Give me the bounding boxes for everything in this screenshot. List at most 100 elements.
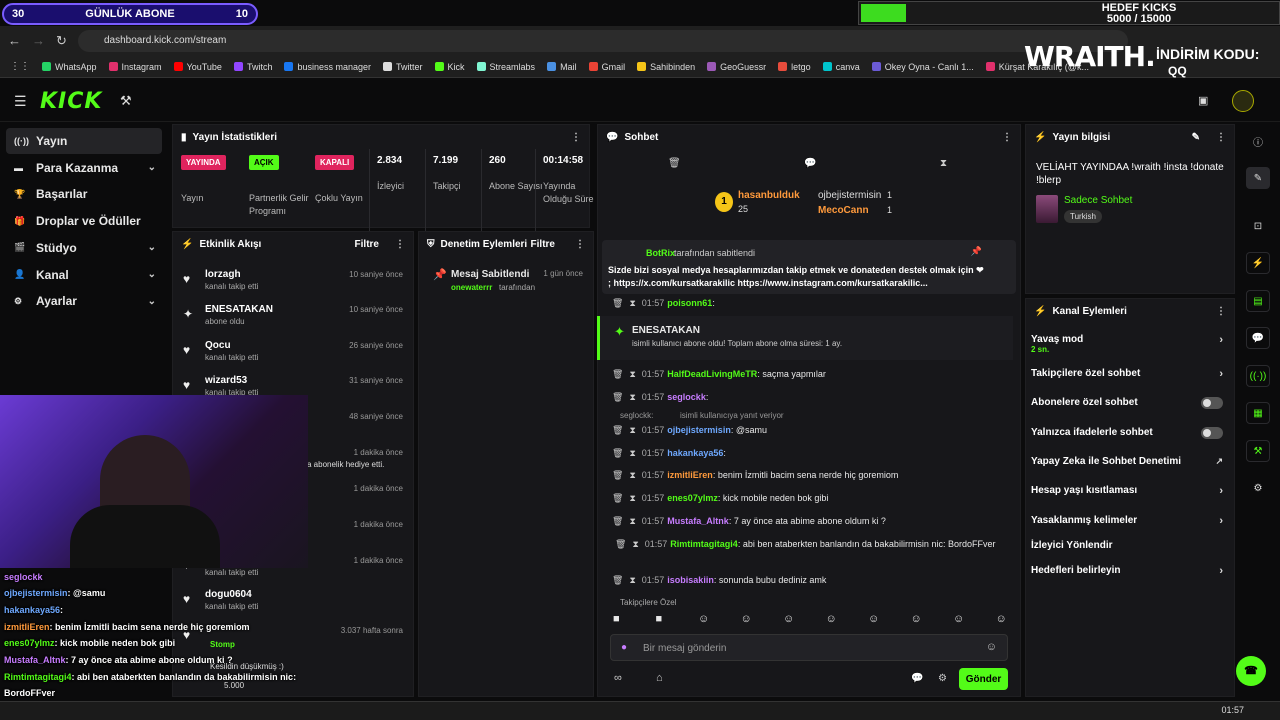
bookmark-2[interactable]: YouTube — [173, 62, 222, 72]
feed-username[interactable]: lorzagh — [205, 269, 241, 280]
trash-icon[interactable]: 🗑 — [612, 392, 623, 402]
bookmark-0[interactable]: WhatsApp — [42, 62, 97, 72]
more-icon[interactable]: ⋮ — [575, 239, 585, 250]
channel-action-4[interactable]: Yapay Zeka ile Sohbet Denetimi ↗ — [1031, 456, 1227, 470]
channel-action-1[interactable]: Takipçilere özel sohbet › — [1031, 368, 1227, 382]
sidebar-item-0[interactable]: ((·)) Yayın — [6, 128, 162, 154]
leader-name[interactable]: MecoCann — [818, 205, 869, 216]
store-icon[interactable]: ⌂ — [656, 672, 663, 684]
channel-action-6[interactable]: Yasaklanmış kelimeler › — [1031, 515, 1227, 529]
hourglass-icon[interactable]: ⧗ — [629, 575, 635, 585]
back-icon[interactable]: ← — [8, 33, 21, 48]
category-name[interactable]: Sadece Sohbet — [1064, 195, 1132, 206]
sidebar-item-2[interactable]: 🏆 Başarılar — [6, 181, 162, 207]
bookmark-14[interactable]: Okey Oyna - Canlı 1... — [871, 62, 974, 72]
chat-username[interactable]: Mustafa_Altnk — [667, 516, 729, 526]
bookmark-3[interactable]: Twitch — [233, 62, 272, 72]
moderation-filter-button[interactable]: Filtre — [531, 239, 555, 250]
emote-icon[interactable]: ☺ — [826, 613, 837, 625]
channel-action-8[interactable]: Hedefleri belirleyin › — [1031, 565, 1227, 579]
bookmark-12[interactable]: letgo — [778, 62, 811, 72]
hourglass-icon[interactable]: ⧗ — [632, 539, 638, 549]
hourglass-icon[interactable]: ⧗ — [940, 158, 947, 169]
bookmark-5[interactable]: Twitter — [383, 62, 423, 72]
reload-icon[interactable]: ↻ — [56, 33, 67, 49]
emote-icon[interactable]: ☺ — [996, 613, 1007, 625]
edit-icon[interactable]: ✎ — [1192, 132, 1200, 143]
send-button[interactable]: Gönder — [959, 668, 1008, 690]
hourglass-icon[interactable]: ⧗ — [629, 298, 635, 308]
chat-username[interactable]: izmitliEren — [667, 470, 713, 480]
screen-icon[interactable]: ⊡ — [1246, 215, 1270, 237]
address-bar[interactable]: dashboard.kick.com/stream — [78, 30, 1128, 52]
sidebar-item-5[interactable]: 👤 Kanal ⌄ — [6, 262, 162, 288]
bookmark-11[interactable]: GeoGuessr — [707, 62, 766, 72]
bookmark-6[interactable]: Kick — [434, 62, 465, 72]
more-icon[interactable]: ⋮ — [1002, 132, 1012, 143]
trash-icon[interactable]: 🗑 — [615, 539, 626, 549]
trash-icon[interactable]: 🗑 — [612, 575, 623, 585]
sidebar-item-1[interactable]: ▬ Para Kazanma ⌄ — [6, 155, 162, 181]
hourglass-icon[interactable]: ⧗ — [629, 448, 635, 458]
hourglass-icon[interactable]: ⧗ — [629, 516, 635, 526]
trash-icon[interactable]: 🗑 — [612, 470, 623, 480]
channel-action-3[interactable]: Yalnızca ifadelerle sohbet — [1031, 427, 1227, 441]
bookmark-4[interactable]: business manager — [284, 62, 371, 72]
bookmark-7[interactable]: Streamlabs — [476, 62, 535, 72]
chat-username[interactable]: enes07ylmz — [667, 493, 718, 503]
users-icon[interactable]: ⚙ — [1246, 477, 1270, 499]
emote-icon[interactable]: ☺ — [783, 613, 794, 625]
leader-name[interactable]: hasanbulduk — [738, 190, 800, 201]
bookmark-10[interactable]: Sahibinden — [637, 62, 695, 72]
pin-icon[interactable]: 📌 — [971, 246, 982, 257]
more-icon[interactable]: ⋮ — [1216, 132, 1226, 143]
chat-bubble-icon[interactable]: 💬 — [804, 158, 816, 169]
more-icon[interactable]: ⋮ — [1216, 306, 1226, 317]
menu-icon[interactable]: ☰ — [14, 93, 27, 110]
bookmark-8[interactable]: Mail — [547, 62, 577, 72]
more-icon[interactable]: ⋮ — [571, 132, 581, 143]
feed-username[interactable]: ENESATAKAN — [205, 304, 273, 315]
gear-icon[interactable]: ⚙ — [938, 673, 947, 684]
chat-username[interactable]: HalfDeadLivingMeTR — [667, 369, 757, 379]
emote-icon[interactable]: ☺ — [911, 613, 922, 625]
hourglass-icon[interactable]: ⧗ — [629, 392, 635, 402]
hourglass-icon[interactable]: ⧗ — [629, 425, 635, 435]
emoji-icon[interactable]: ☺ — [986, 641, 997, 653]
pinned-by-user[interactable]: BotRix — [646, 248, 675, 258]
hourglass-icon[interactable]: ⧗ — [629, 493, 635, 503]
pinned-message[interactable]: BotRix tarafından sabitlendi 📌 Sizde bizi s… — [602, 240, 1016, 294]
forward-icon[interactable]: → — [32, 33, 45, 48]
chat-username[interactable]: hakankaya56 — [667, 448, 723, 458]
chat-username[interactable]: seglockk — [667, 392, 706, 402]
trash-icon[interactable]: 🗑 — [612, 448, 623, 458]
toggle-switch[interactable] — [1201, 397, 1223, 409]
tools-icon[interactable]: ⚒ — [120, 93, 132, 109]
sidebar-item-6[interactable]: ⚙ Ayarlar ⌄ — [6, 288, 162, 314]
help-icon[interactable]: ☎ — [1236, 656, 1266, 686]
chat-username[interactable]: poisonn61 — [667, 298, 712, 308]
trash-icon[interactable]: 🗑 — [612, 516, 623, 526]
edit-icon[interactable]: ✎ — [1246, 167, 1270, 189]
channel-action-2[interactable]: Abonelere özel sohbet — [1031, 397, 1227, 411]
feed-username[interactable]: Qocu — [205, 340, 231, 351]
chat-icon[interactable]: 💬 — [911, 673, 923, 684]
bookmark-1[interactable]: Instagram — [108, 62, 162, 72]
feed-username[interactable]: dogu0604 — [205, 589, 252, 600]
layout-icon[interactable]: ▦ — [1246, 402, 1270, 424]
emote-icon[interactable]: ■ — [613, 613, 620, 625]
feed-username[interactable]: wizard53 — [205, 375, 247, 386]
trash-icon[interactable]: 🗑 — [612, 369, 623, 379]
trash-icon[interactable]: 🗑 — [612, 298, 623, 308]
studio-icon[interactable]: ▣ — [1198, 94, 1208, 107]
chat-username[interactable]: ojbejistermisin — [667, 425, 731, 435]
bookmark-13[interactable]: canva — [822, 62, 860, 72]
activity-filter-button[interactable]: Filtre — [355, 239, 379, 250]
bookmark-9[interactable]: Gmail — [588, 62, 625, 72]
link-icon[interactable]: ∞ — [614, 672, 622, 684]
emote-icon[interactable]: ☺ — [868, 613, 879, 625]
toggle-switch[interactable] — [1201, 427, 1223, 439]
chat-icon[interactable]: 💬 — [1246, 327, 1270, 349]
info-icon[interactable]: ⓘ — [1246, 130, 1270, 152]
avatar[interactable] — [1232, 90, 1254, 112]
